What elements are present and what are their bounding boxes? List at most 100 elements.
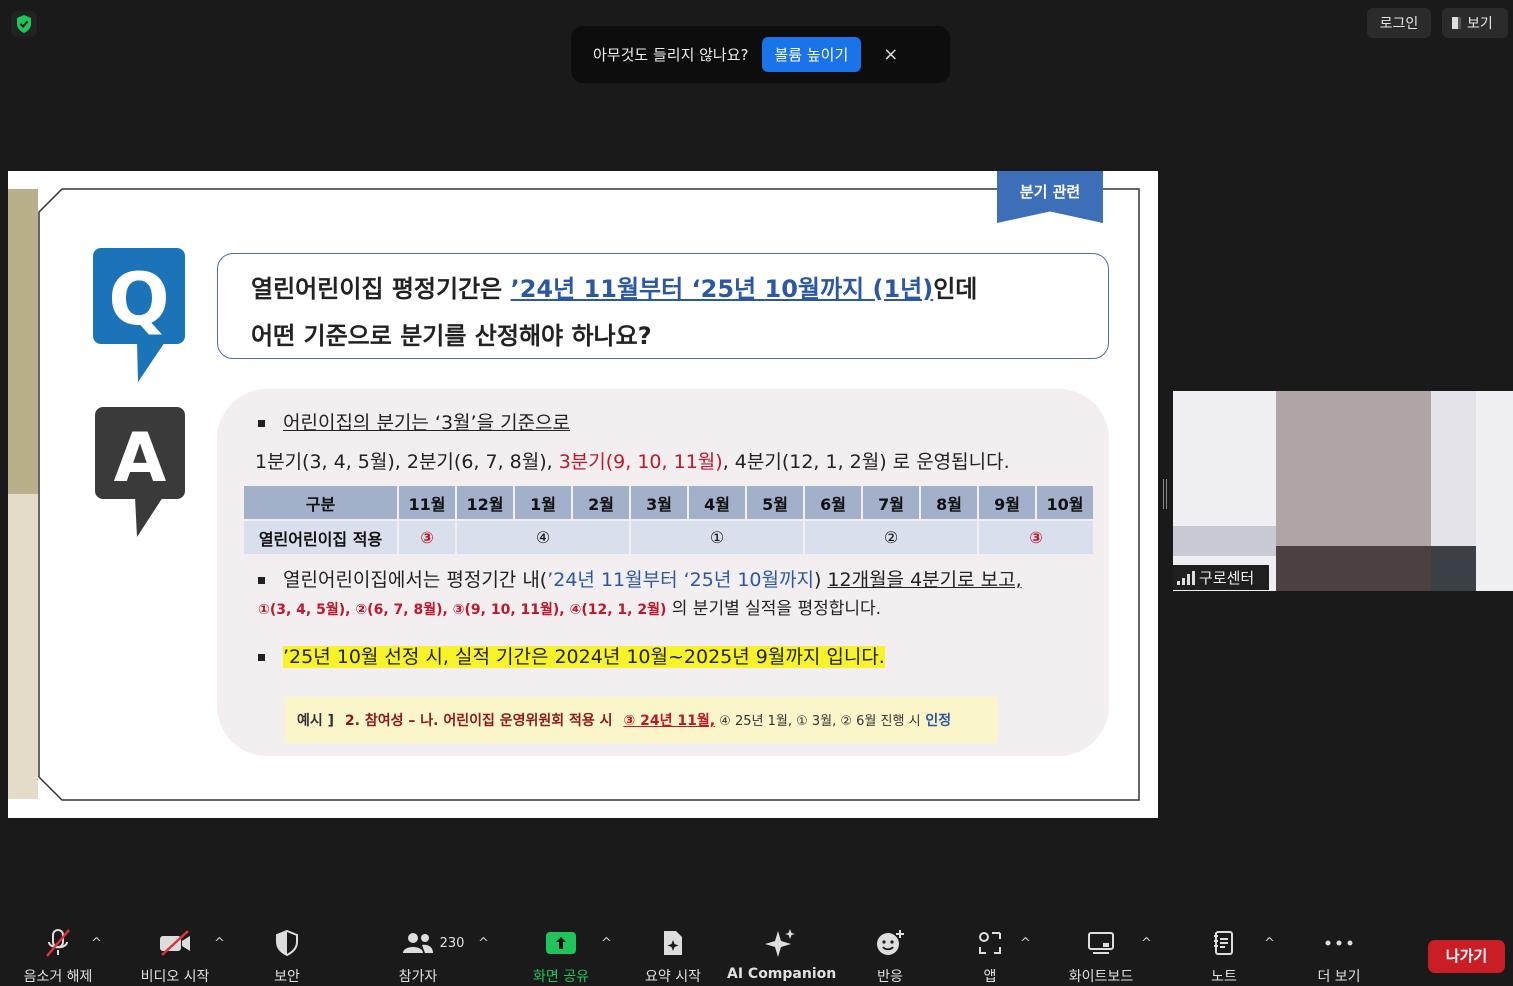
audio-options-chevron-icon[interactable]: ^ [91,936,102,951]
example-label: 예시 ] [297,713,335,729]
start-summary-button[interactable]: 요약 시작 [637,922,709,986]
video-options-chevron-icon[interactable]: ^ [214,936,225,951]
question-text-b: 인데 [933,275,978,303]
video-wall-right [1476,391,1513,591]
svg-text:A: A [114,419,167,498]
start-summary-label: 요약 시작 [645,969,701,985]
table-cell-q1: ① [631,521,803,554]
table-header-cell: 6월 [805,486,861,519]
leave-meeting-button[interactable]: 나가기 [1428,940,1505,973]
bullet2-quarters-red: ①(3, 4, 5월), ②(6, 7, 8월), ③(9, 10, 11월),… [258,602,667,618]
panel-resize-handle[interactable] [1163,479,1167,509]
apps-label: 앱 [983,969,997,985]
table-header-cell: 구분 [244,486,397,519]
whiteboard-button[interactable]: 화이트보드 [1060,922,1142,986]
svg-text:Q: Q [108,257,169,341]
shared-screen-slide: 분기 관련 Q A 열린어린이집 평정기간은 ’24년 11월부터 ‘25년 1… [8,171,1158,818]
table-header-cell: 2월 [573,486,629,519]
share-arrow-icon [546,932,576,954]
answer-quarters-line: 1분기(3, 4, 5월), 2분기(6, 7, 8월), 3분기(9, 10,… [255,447,1010,474]
table-header-cell: 12월 [457,486,513,519]
reaction-emoji-icon [877,930,904,955]
table-header-cell: 9월 [979,486,1035,519]
notes-label: 노트 [1211,969,1237,985]
notes-button[interactable]: 노트 [1204,922,1244,986]
participants-icon [402,933,433,953]
whiteboard-icon [1088,932,1114,954]
question-text-a: 열린어린이집 평정기간은 [251,275,511,303]
whiteboard-label: 화이트보드 [1068,969,1134,985]
security-button[interactable]: 보안 [262,922,312,986]
table-cell-q3-end: ③ [979,521,1093,554]
example-text-b: ④ 25년 1월, ① 3월, ② 6월 진행 시 [715,714,921,729]
view-label: 보기 [1467,16,1493,32]
apps-chevron-icon[interactable]: ^ [1020,936,1031,951]
table-cell-q3: ③ [399,521,455,554]
login-button[interactable]: 로그인 [1367,8,1431,38]
table-header-cell: 5월 [747,486,803,519]
unmute-label: 음소거 해제 [23,969,93,985]
participant-name: 구로센터 [1199,569,1255,587]
example-box: 예시 ] 2. 참여성 – 나. 어린이집 운영위원회 적용 시 ③ 24년 1… [285,697,998,743]
apps-button[interactable]: 앱 [972,922,1008,986]
answer-quarters-a: 1분기(3, 4, 5월), 2분기(6, 7, 8월), [255,451,559,473]
share-options-chevron-icon[interactable]: ^ [601,936,612,951]
participants-chevron-icon[interactable]: ^ [478,936,489,951]
participant-video[interactable] [1173,391,1513,591]
bullet2-text-b: ) [813,569,828,591]
table-cell-q2: ② [805,521,977,554]
reactions-button[interactable]: 반응 [868,922,912,986]
question-q-icon: Q [93,248,185,382]
unmute-button[interactable]: 음소거 해제 [12,922,104,986]
table-data-row: 열린어린이집 적용 ③ ④ ① ② ③ [244,521,1093,554]
answer-quarters-b: , 4분기(12, 1, 2월) 로 운영됩니다. [722,451,1010,473]
share-screen-label: 화면 공유 [533,969,589,985]
slide-side-bar-lower [8,494,38,799]
meeting-toolbar: 음소거 해제 ^ 비디오 시작 ^ 보안 230 참가자 ^ 화면 공유 ^ 요… [0,922,1513,985]
share-screen-button[interactable]: 화면 공유 [522,922,600,986]
view-button[interactable]: 보기 [1442,8,1508,38]
table-header-cell: 7월 [863,486,919,519]
notes-chevron-icon[interactable]: ^ [1264,936,1275,951]
answer-bullet-2: 열린어린이집에서는 평정기간 내(’24년 11월부터 ‘25년 10월까지) … [258,565,1022,592]
example-text-blue: 인정 [920,713,952,729]
audio-notice-banner: 아무것도 들리지 않나요? 볼륨 높이기 × [571,26,950,83]
participants-button[interactable]: 230 참가자 [388,922,478,986]
answer-bullet-2-line-2: ①(3, 4, 5월), ②(6, 7, 8월), ③(9, 10, 11월),… [258,594,881,619]
bullet-square [258,420,265,427]
bullet2-text-a: 열린어린이집에서는 평정기간 내( [283,569,548,591]
login-label: 로그인 [1379,16,1419,32]
table-row-label: 열린어린이집 적용 [244,521,397,554]
ai-companion-button[interactable]: AI Companion [727,922,836,982]
more-label: 더 보기 [1317,969,1361,985]
bullet2-period: ’24년 11월부터 ‘25년 10월까지 [547,569,814,591]
increase-volume-button[interactable]: 볼륨 높이기 [761,37,862,72]
more-dots-icon [1325,940,1353,946]
table-header-cell: 10월 [1037,486,1093,519]
example-text-a: 2. 참여성 – 나. 어린이집 운영위원회 적용 시 [344,713,613,729]
slide-side-bar [8,189,38,494]
security-shield-icon[interactable] [11,11,37,37]
banner-message: 아무것도 들리지 않나요? [593,46,749,64]
bullet-square [258,654,265,661]
summary-doc-icon [664,931,682,955]
start-video-label: 비디오 시작 [140,969,210,985]
bullet2-line2-text: 의 분기별 실적을 평정합니다. [666,599,882,619]
question-period-highlight: ’24년 11월부터 ‘25년 10월까지 (1년) [510,275,934,303]
video-wall-mid [1431,391,1476,546]
table-header-cell: 4월 [689,486,745,519]
answer-bullet-3: ’25년 10월 선정 시, 실적 기간은 2024년 10월~2025년 9월… [258,642,885,669]
participants-label: 참가자 [398,969,438,985]
video-person-blur [1276,391,1431,546]
video-sofa [1173,526,1283,556]
close-icon[interactable]: × [883,44,898,65]
reactions-label: 반응 [877,969,903,985]
table-header-cell: 11월 [399,486,455,519]
answer-a-icon: A [95,407,185,537]
whiteboard-chevron-icon[interactable]: ^ [1141,936,1152,951]
signal-bars-icon [1177,570,1195,585]
start-video-button[interactable]: 비디오 시작 [131,922,219,986]
more-button[interactable]: 더 보기 [1310,922,1368,986]
question-line-1: 열린어린이집 평정기간은 ’24년 11월부터 ‘25년 10월까지 (1년)인… [251,266,1108,313]
participants-count: 230 [439,935,465,951]
